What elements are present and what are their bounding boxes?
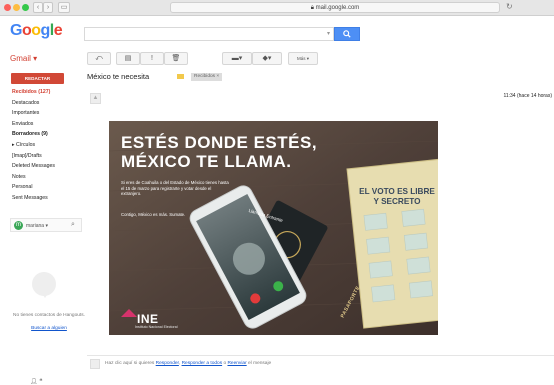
sidebar-item[interactable]: Deleted Messages	[12, 163, 55, 169]
reply-all-link[interactable]: Responder a todos	[182, 361, 223, 366]
reply-prefix: Haz clic aquí si quieres	[105, 361, 155, 366]
user-avatar-icon	[90, 359, 100, 369]
search-options-icon[interactable]: ▾	[327, 30, 330, 37]
address-bar[interactable]: 🔒︎ mail.google.com	[170, 2, 500, 13]
person-icon[interactable]: 👤︎	[30, 379, 38, 385]
inbox-label-chip[interactable]: Recibidos ×	[191, 73, 223, 81]
message-time: 11:34 (hace 14 horas)	[503, 93, 552, 99]
google-logo[interactable]: Google	[10, 22, 63, 40]
ine-logo-text: INE	[137, 312, 159, 326]
reply-icon[interactable]: ⤺	[87, 52, 111, 65]
sidebar-item[interactable]: Importantes	[12, 110, 39, 116]
archive-icon[interactable]: ▤	[116, 52, 140, 65]
report-spam-icon[interactable]: !	[140, 52, 164, 65]
sidebar-item[interactable]: Notes	[12, 174, 26, 180]
no-contacts-text: No tienes contactos de Hangouts.	[13, 313, 85, 318]
forward-link[interactable]: Reenviar	[227, 361, 246, 366]
sidebar-item[interactable]: ▸ Círculos	[12, 142, 35, 148]
ballot-card	[346, 158, 438, 329]
lock-icon: 🔒︎	[310, 5, 314, 11]
email-image: ESTÉS DONDE ESTÉS, MÉXICO TE LLAMA. Si e…	[109, 121, 438, 335]
bottom-icons: 👤︎ ❝	[30, 378, 43, 385]
sidebar-item[interactable]: Sent Messages	[12, 195, 48, 201]
sender-avatar-icon: ▲	[90, 93, 101, 104]
reload-icon[interactable]: ↻	[506, 2, 513, 11]
reply-bar: Haz clic aquí si quieres Responder, Resp…	[87, 355, 554, 373]
gmail-menu[interactable]: Gmail ▾	[10, 54, 37, 63]
label-icon[interactable]: ◆▾	[252, 52, 282, 65]
sidebar-item[interactable]: [Imap]/Drafts	[12, 153, 42, 159]
ballot-title: EL VOTO ES LIBRE Y SECRETO	[359, 187, 435, 206]
message-subject: México te necesita	[87, 72, 150, 81]
importance-marker-icon[interactable]	[177, 74, 184, 79]
headline-line-2: MÉXICO TE LLAMA.	[121, 152, 292, 171]
find-someone-link[interactable]: Buscar a alguien	[10, 326, 88, 331]
compose-button[interactable]: REDACTAR	[11, 73, 64, 84]
sidebar-item[interactable]: Borradores (9)	[12, 131, 48, 137]
minimize-window-button[interactable]	[13, 4, 20, 11]
search-button[interactable]	[334, 27, 360, 41]
reply-prompt: Haz clic aquí si quieres Responder, Resp…	[105, 361, 271, 366]
more-button[interactable]: Más ▾	[288, 52, 318, 65]
delete-icon[interactable]: 🗑︎	[164, 52, 188, 65]
url-text: mail.google.com	[315, 5, 360, 11]
sidebar-icon[interactable]: ▭	[58, 2, 70, 13]
poster-footer: Contigo, México es más. Sumate.	[121, 212, 186, 217]
folder-icon[interactable]: ▬▾	[222, 52, 252, 65]
logo-letter: o	[31, 22, 41, 39]
reply-sep-2: o	[223, 361, 227, 366]
logo-letter: e	[53, 22, 63, 39]
search-input[interactable]: ▾	[84, 27, 334, 41]
maximize-window-button[interactable]	[22, 4, 29, 11]
browser-toolbar: ‹ › ▭ 🔒︎ mail.google.com ↻	[0, 0, 554, 16]
poster-headline: ESTÉS DONDE ESTÉS, MÉXICO TE LLAMA.	[121, 133, 317, 171]
close-window-button[interactable]	[4, 4, 11, 11]
reply-sep-1: ,	[178, 361, 181, 366]
poster-body: Si eres de Coahuila o del Estado de Méxi…	[121, 180, 229, 196]
back-icon[interactable]: ‹	[33, 2, 43, 13]
sidebar-item[interactable]: Enviados	[12, 121, 33, 127]
logo-text: Google	[10, 22, 63, 39]
logo-letter: g	[40, 22, 51, 39]
forward-icon[interactable]: ›	[43, 2, 53, 13]
search-icon	[343, 30, 351, 38]
hangouts-icon	[32, 272, 56, 298]
quote-icon[interactable]: ❝	[39, 379, 42, 385]
ine-subtitle: Instituto Nacional Electoral	[135, 325, 178, 329]
reply-link[interactable]: Responder	[156, 361, 179, 366]
chat-user-menu[interactable]: mariana ▾	[26, 223, 48, 229]
headline-line-1: ESTÉS DONDE ESTÉS,	[121, 133, 318, 152]
sidebar-item[interactable]: Destacados	[12, 100, 39, 106]
sidebar-item[interactable]: Recibidos (127)	[12, 89, 50, 95]
logo-letter: o	[21, 22, 32, 39]
avatar[interactable]: m	[14, 221, 23, 230]
logo-letter: G	[10, 22, 22, 39]
search-icon[interactable]: ⌕	[71, 221, 75, 229]
sidebar-item[interactable]: Personal	[12, 184, 32, 190]
hangouts-chat-bar: m mariana ▾ ⌕	[10, 218, 82, 232]
reply-suffix: el mensaje	[248, 361, 272, 366]
